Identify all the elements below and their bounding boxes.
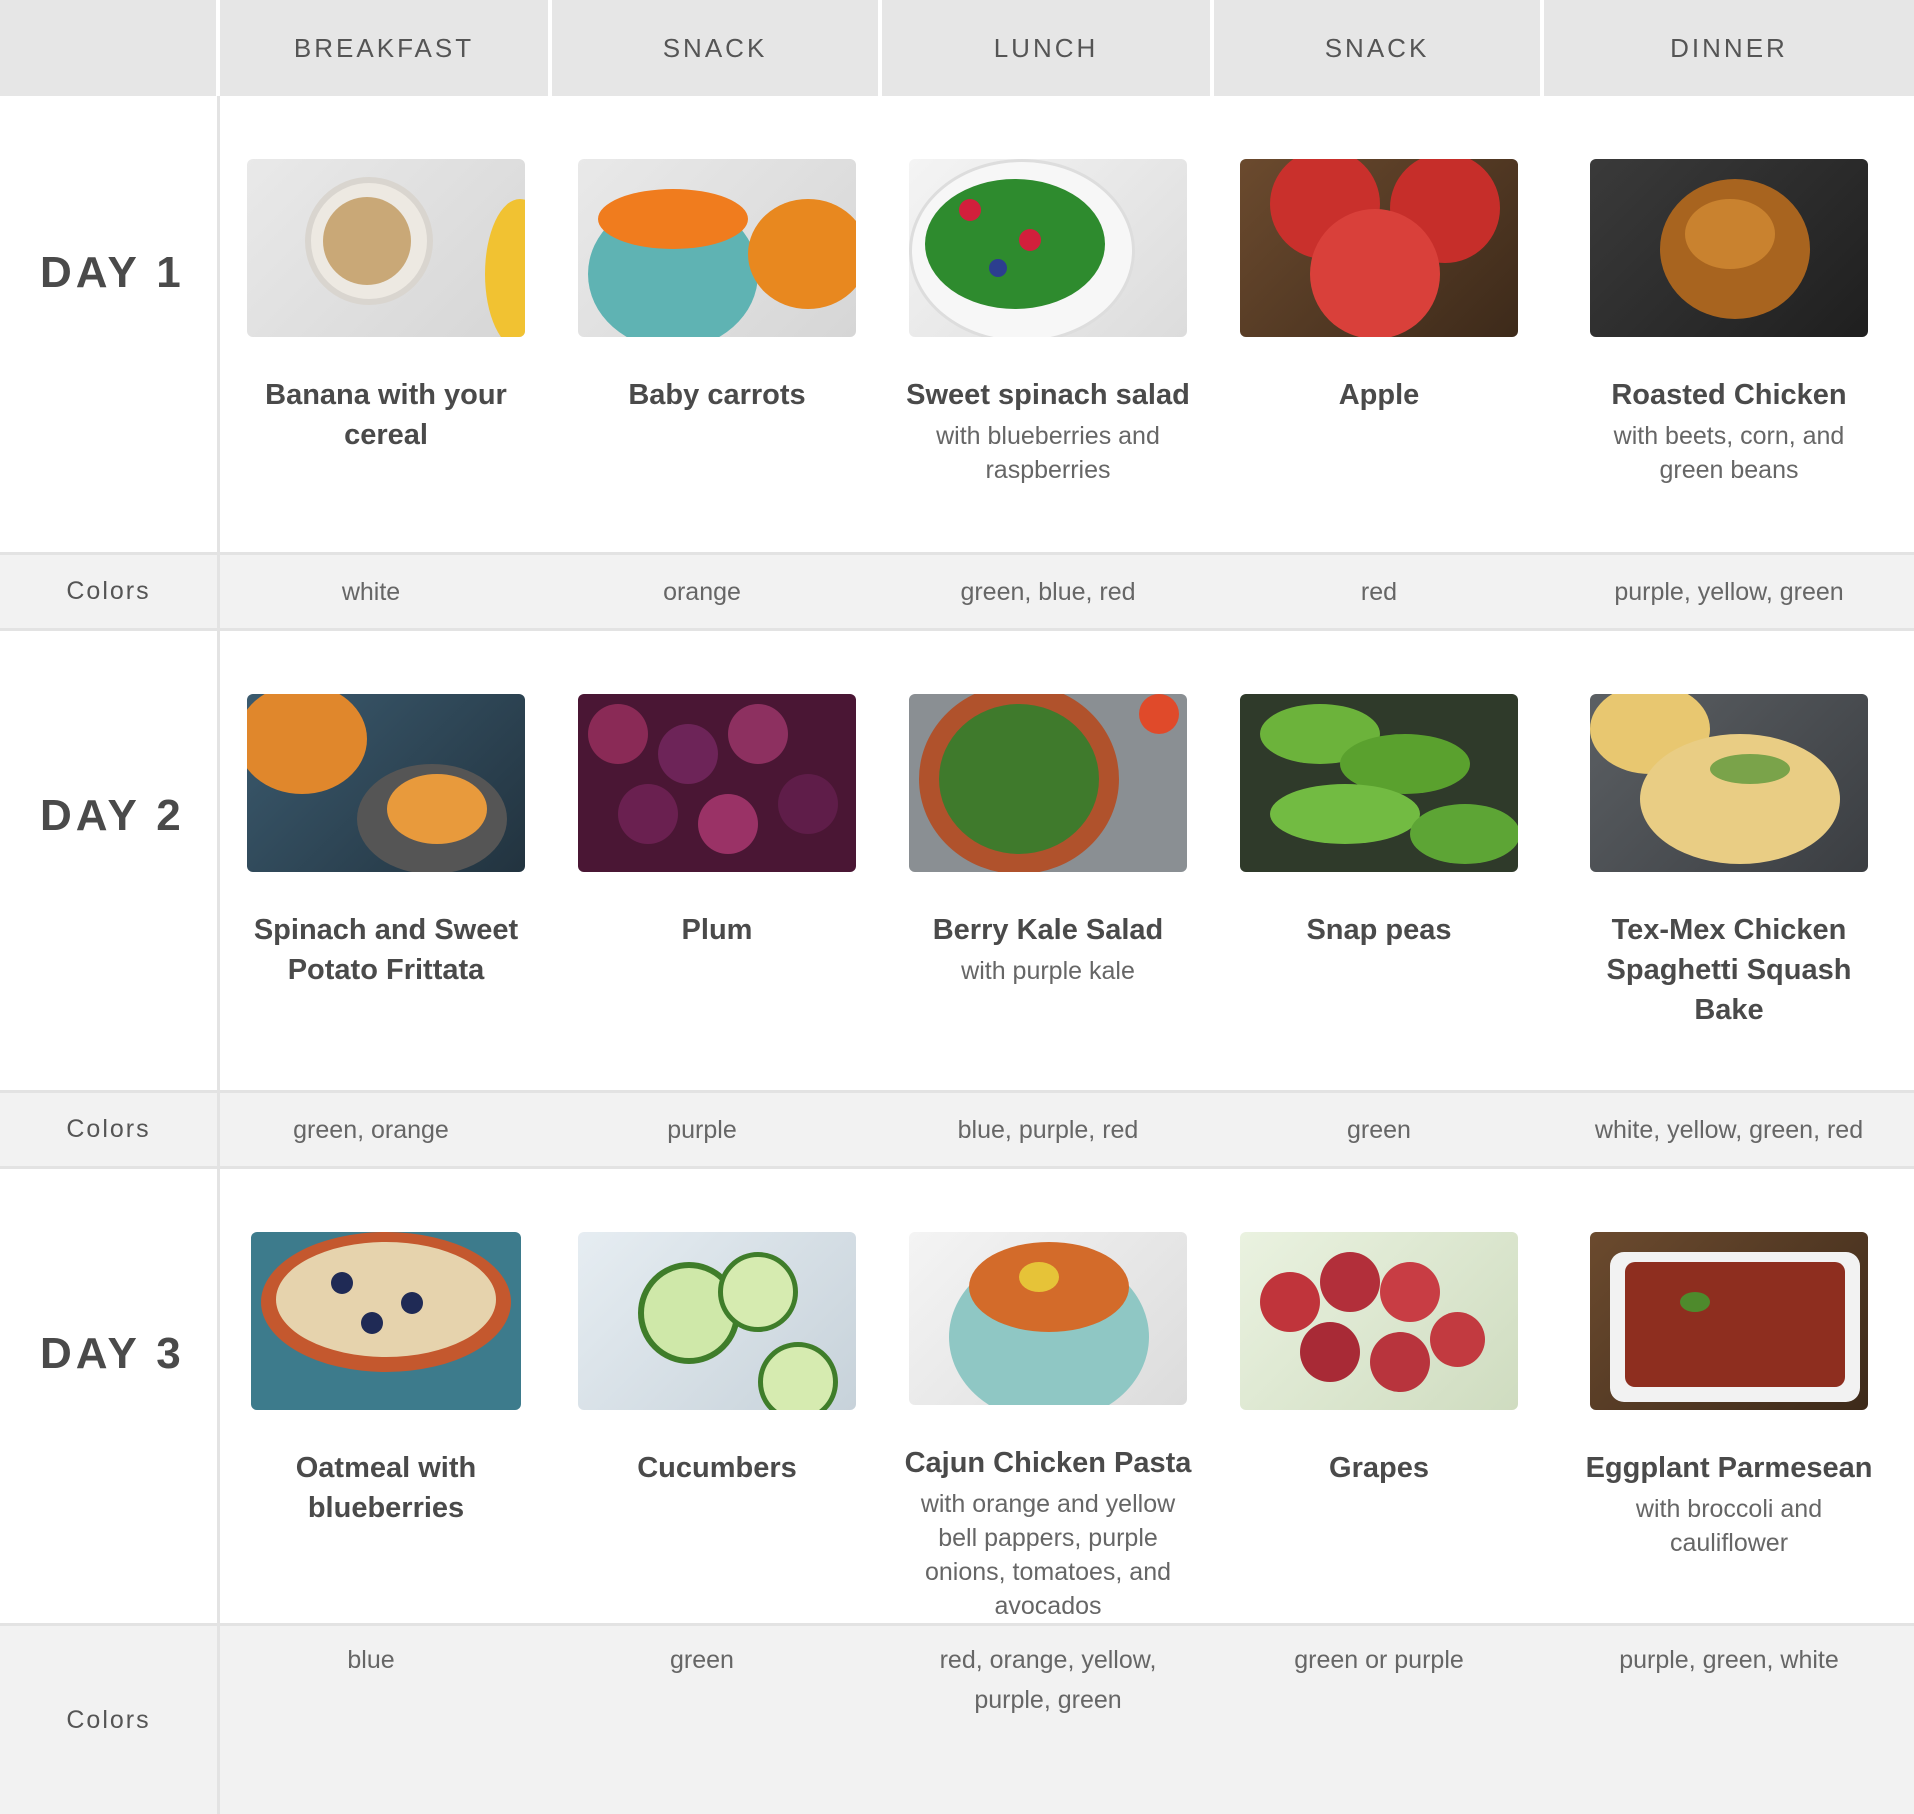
header-snack-2: SNACK	[1214, 0, 1544, 96]
colors-value: purple, green, white	[1544, 1623, 1914, 1814]
meal-title: Grapes	[1329, 1452, 1429, 1484]
meal-title: Roasted Chicken	[1611, 379, 1847, 411]
oatmeal-photo	[251, 1232, 521, 1410]
colors-value: red	[1214, 552, 1544, 631]
colors-value: green	[552, 1623, 882, 1814]
meal-title: Spinach and Sweet Potato Frittata	[253, 914, 519, 986]
meal-cell: Baby carrots	[552, 96, 882, 552]
colors-value: blue, purple, red	[882, 1090, 1214, 1169]
meal-title: Berry Kale Salad	[932, 914, 1164, 946]
spinach-salad-photo	[909, 159, 1187, 337]
meal-cell: Roasted Chicken with beets, corn, and gr…	[1544, 96, 1914, 552]
meal-cell: Cucumbers	[552, 1169, 882, 1623]
meal-cell: Apple	[1214, 96, 1544, 552]
meal-cell: Oatmeal with blueberries	[220, 1169, 552, 1623]
roasted-chicken-photo	[1590, 159, 1868, 337]
baby-carrots-photo	[578, 159, 856, 337]
eggplant-photo	[1590, 1232, 1868, 1410]
meal-title: Cucumbers	[637, 1452, 797, 1484]
meal-title: Baby carrots	[628, 379, 806, 411]
colors-value: green, blue, red	[882, 552, 1214, 631]
colors-value: blue	[220, 1623, 552, 1814]
colors-value: white, yellow, green, red	[1544, 1090, 1914, 1169]
meal-plan-table: BREAKFAST SNACK LUNCH SNACK DINNER DAY 1…	[0, 0, 1914, 1814]
plum-photo	[578, 694, 856, 872]
meal-title: Cajun Chicken Pasta	[904, 1447, 1192, 1479]
apple-photo	[1240, 159, 1518, 337]
colors-value: orange	[552, 552, 882, 631]
colors-value: purple	[552, 1090, 882, 1169]
header-dinner: DINNER	[1544, 0, 1914, 96]
colors-value: red, orange, yellow, purple, green	[882, 1623, 1214, 1814]
meal-title: Sweet spinach salad	[906, 379, 1190, 411]
meal-cell: Spinach and Sweet Potato Frittata	[220, 631, 552, 1090]
meal-title: Plum	[681, 914, 753, 946]
colors-label: Colors	[0, 1623, 220, 1814]
meal-subtitle: with beets, corn, and green beans	[1613, 422, 1845, 484]
meal-title: Oatmeal with blueberries	[295, 1452, 477, 1524]
meal-cell: Banana with your cereal	[220, 96, 552, 552]
meal-cell: Tex-Mex Chicken Spaghetti Squash Bake	[1544, 631, 1914, 1090]
meal-title: Tex-Mex Chicken Spaghetti Squash Bake	[1606, 914, 1852, 1026]
colors-value: purple, yellow, green	[1544, 552, 1914, 631]
header-breakfast: BREAKFAST	[220, 0, 552, 96]
meal-subtitle: with blueberries and raspberries	[936, 422, 1160, 484]
kale-salad-photo	[909, 694, 1187, 872]
meal-subtitle: with orange and yellow bell pappers, pur…	[920, 1490, 1176, 1620]
meal-cell: Plum	[552, 631, 882, 1090]
meal-title: Eggplant Parmesean	[1585, 1452, 1873, 1484]
banana-cereal-photo	[247, 159, 525, 337]
colors-value: white	[220, 552, 552, 631]
meal-cell: Sweet spinach salad with blueberries and…	[882, 96, 1214, 552]
day-label: DAY 2	[0, 631, 220, 1090]
meal-title: Snap peas	[1306, 914, 1452, 946]
meal-cell: Eggplant Parmesean with broccoli and cau…	[1544, 1169, 1914, 1623]
cucumbers-photo	[578, 1232, 856, 1410]
day-label: DAY 1	[0, 96, 220, 552]
pasta-photo	[909, 1232, 1187, 1405]
meal-cell: Snap peas	[1214, 631, 1544, 1090]
grapes-photo	[1240, 1232, 1518, 1410]
meal-title: Banana with your cereal	[265, 379, 507, 451]
meal-cell: Berry Kale Salad with purple kale	[882, 631, 1214, 1090]
meal-cell: Grapes	[1214, 1169, 1544, 1623]
snap-peas-photo	[1240, 694, 1518, 872]
meal-cell: Cajun Chicken Pasta with orange and yell…	[882, 1169, 1214, 1623]
colors-value: green	[1214, 1090, 1544, 1169]
colors-label: Colors	[0, 1090, 220, 1169]
header-snack-1: SNACK	[552, 0, 882, 96]
frittata-photo	[247, 694, 525, 872]
colors-value: green or purple	[1214, 1623, 1544, 1814]
day-label: DAY 3	[0, 1169, 220, 1623]
squash-bake-photo	[1590, 694, 1868, 872]
header-lunch: LUNCH	[882, 0, 1214, 96]
colors-label: Colors	[0, 552, 220, 631]
meal-subtitle: with broccoli and cauliflower	[1635, 1495, 1823, 1557]
meal-title: Apple	[1338, 379, 1420, 411]
colors-value: green, orange	[220, 1090, 552, 1169]
header-corner	[0, 0, 220, 96]
meal-subtitle: with purple kale	[961, 957, 1135, 985]
